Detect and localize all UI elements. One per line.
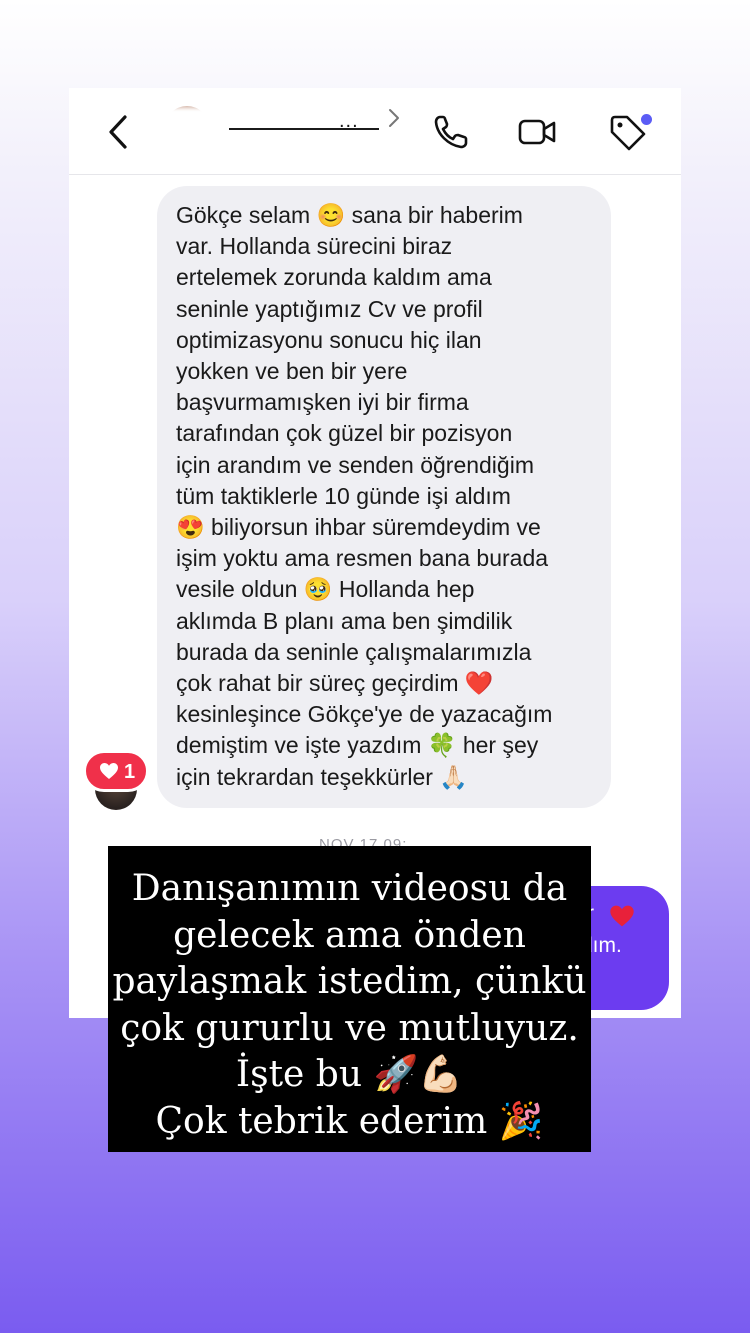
chevron-left-icon[interactable]: [107, 114, 129, 150]
caption-line: paylaşmak istedim, çünkü: [112, 961, 587, 1002]
name-ellipsis: ...: [339, 110, 359, 132]
message-text: Gökçe selam 😊 sana bir haberim var. Holl…: [176, 202, 553, 790]
caption-line: Danışanımın videosu da: [131, 868, 568, 909]
heart-icon: [100, 763, 118, 779]
caption-line: Çok tebrik ederim 🎉: [155, 1100, 544, 1142]
caption-line: çok gururlu ve mutluyuz.: [120, 1007, 579, 1049]
story-caption: Danışanımın videosu da gelecek ama önden…: [108, 846, 591, 1152]
phone-icon[interactable]: [431, 112, 471, 152]
caption-line: gelecek ama önden: [173, 914, 526, 956]
reaction-count: 1: [124, 761, 136, 783]
received-message-bubble[interactable]: Gökçe selam 😊 sana bir haberim var. Holl…: [157, 186, 611, 808]
caption-line: İşte bu 🚀💪🏻: [235, 1054, 464, 1095]
chevron-right-icon[interactable]: [387, 108, 401, 128]
notification-dot: [641, 114, 652, 125]
chat-header: ...: [69, 88, 681, 175]
red-heart-icon: [610, 905, 634, 927]
video-camera-icon[interactable]: [517, 112, 557, 152]
reaction-badge[interactable]: 1: [83, 750, 149, 792]
